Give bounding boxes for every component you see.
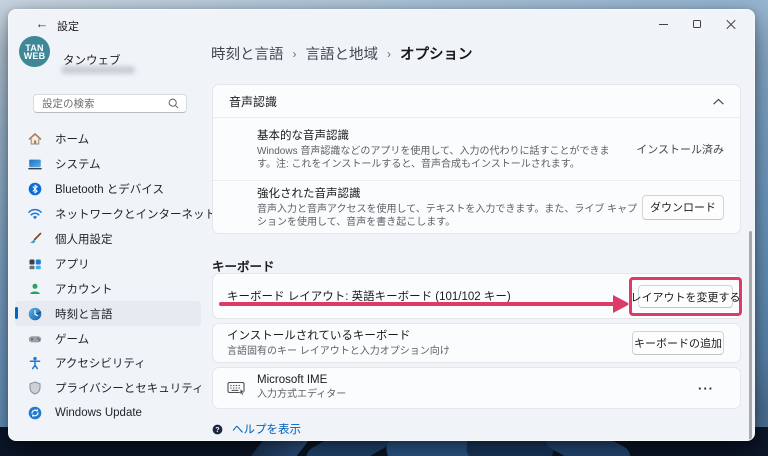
sidebar-item-gaming[interactable]: ゲーム — [15, 326, 201, 351]
ime-title: Microsoft IME — [257, 374, 328, 387]
privacy-icon — [27, 380, 43, 396]
sidebar-item-personalization[interactable]: 個人用設定 — [15, 227, 201, 252]
installed-keyboards-title: インストールされているキーボード — [227, 330, 411, 343]
help-link-row[interactable]: ? ヘルプを表示 — [211, 421, 301, 437]
download-button[interactable]: ダウンロード — [642, 194, 724, 220]
sidebar-item-label: アクセシビリティ — [55, 358, 146, 371]
bluetooth-icon — [27, 181, 43, 197]
sidebar-nav: ホーム システム Bluetooth とデバイス ネットワークとインターネット … — [15, 127, 216, 426]
gaming-icon — [27, 331, 43, 347]
chevron-up-icon[interactable] — [713, 98, 724, 105]
maximize-button[interactable] — [680, 10, 714, 38]
accessibility-icon — [27, 355, 43, 371]
page-title: オプション — [400, 47, 473, 63]
sidebar-item-apps[interactable]: アプリ — [15, 251, 201, 276]
windows-update-icon — [27, 405, 43, 421]
sidebar-item-system[interactable]: システム — [15, 152, 201, 177]
scrollbar[interactable] — [749, 231, 752, 440]
sidebar-item-label: ホーム — [55, 134, 90, 147]
basic-speech-description: Windows 音声認識などのアプリを使用して、入力の代わりに話すことができます… — [257, 145, 610, 170]
back-button[interactable]: ← — [31, 15, 53, 33]
sidebar-item-home[interactable]: ホーム — [15, 127, 201, 152]
back-icon: ← — [35, 16, 49, 31]
breadcrumb: 時刻と言語 › 言語と地域 › オプション — [211, 43, 473, 64]
time-language-icon — [27, 306, 43, 322]
user-email-redacted — [61, 66, 135, 74]
close-icon — [726, 19, 736, 29]
help-icon: ? — [212, 424, 223, 434]
sidebar-item-bluetooth[interactable]: Bluetooth とデバイス — [15, 177, 201, 202]
window-title: 設定 — [57, 21, 79, 33]
sidebar-item-time-language[interactable]: 時刻と言語 — [15, 301, 201, 327]
search-box[interactable] — [33, 94, 187, 113]
breadcrumb-item-language-region[interactable]: 言語と地域 — [306, 43, 379, 64]
change-layout-button[interactable]: レイアウトを変更する — [631, 285, 741, 308]
settings-window: ← 設定 TAN WEB タンウェブ ホーム システム Bluetooth とデ… — [8, 9, 755, 441]
basic-speech-row: 基本的な音声認識 Windows 音声認識などのアプリを使用して、入力の代わりに… — [213, 118, 740, 180]
sidebar-item-label: ゲーム — [55, 333, 90, 346]
maximize-icon — [693, 20, 701, 28]
system-icon — [27, 156, 43, 172]
sidebar-item-label: プライバシーとセキュリティ — [55, 383, 204, 396]
basic-speech-title: 基本的な音声認識 — [257, 129, 349, 142]
installed-status: インストール済み — [636, 144, 724, 156]
home-icon — [27, 131, 43, 147]
search-input[interactable] — [42, 97, 167, 110]
sidebar-item-accounts[interactable]: アカウント — [15, 276, 201, 301]
sidebar-item-accessibility[interactable]: アクセシビリティ — [15, 351, 201, 376]
sidebar-item-label: システム — [55, 159, 101, 172]
avatar[interactable]: TAN WEB — [19, 36, 50, 67]
more-options-icon[interactable]: ··· — [698, 381, 714, 396]
microsoft-ime-row: Microsoft IME 入力方式エディター ··· — [212, 367, 741, 409]
sidebar-item-label: ネットワークとインターネット — [55, 209, 216, 222]
apps-icon — [27, 256, 43, 272]
network-icon — [27, 206, 43, 222]
speech-recognition-card: 音声認識 基本的な音声認識 Windows 音声認識などのアプリを使用して、入力… — [212, 84, 741, 234]
search-icon — [168, 98, 179, 109]
enhanced-speech-title: 強化された音声認識 — [257, 187, 361, 200]
speech-recognition-expander[interactable]: 音声認識 — [213, 85, 740, 118]
personalization-icon — [27, 231, 43, 247]
annotation-arrow-head — [613, 295, 630, 313]
sidebar-item-label: Bluetooth とデバイス — [55, 184, 164, 197]
enhanced-speech-description: 音声入力と音声アクセスを使用して、テキストを入力できます。また、ライブ キャプシ… — [257, 203, 638, 228]
sidebar-item-label: Windows Update — [55, 407, 142, 420]
sidebar-item-label: アプリ — [55, 258, 90, 271]
breadcrumb-item-time-language[interactable]: 時刻と言語 — [211, 43, 284, 64]
breadcrumb-separator: › — [387, 46, 391, 61]
sidebar-item-privacy[interactable]: プライバシーとセキュリティ — [15, 376, 204, 401]
accounts-icon — [27, 281, 43, 297]
ime-keyboard-icon — [227, 380, 247, 396]
sidebar-item-label: アカウント — [55, 283, 113, 296]
sidebar-item-label: 個人用設定 — [55, 234, 113, 246]
help-link-label[interactable]: ヘルプを表示 — [232, 421, 301, 437]
svg-text:?: ? — [215, 426, 219, 433]
avatar-text: WEB — [23, 50, 46, 61]
speech-section-header: 音声認識 — [229, 94, 278, 109]
minimize-button[interactable] — [646, 10, 680, 38]
breadcrumb-separator: › — [292, 46, 297, 61]
annotation-arrow-line — [219, 302, 615, 306]
installed-keyboards-description: 言語固有のキー レイアウトと入力オプション向け — [227, 346, 450, 358]
add-keyboard-button[interactable]: キーボードの追加 — [632, 331, 724, 355]
installed-keyboards-row: インストールされているキーボード 言語固有のキー レイアウトと入力オプション向け… — [212, 323, 741, 363]
close-button[interactable] — [714, 10, 748, 38]
sidebar-item-network[interactable]: ネットワークとインターネット — [15, 202, 216, 227]
minimize-icon — [658, 23, 668, 25]
sidebar-item-label: 時刻と言語 — [55, 308, 113, 321]
titlebar: ← 設定 — [9, 10, 754, 38]
ime-description: 入力方式エディター — [257, 389, 347, 401]
sidebar-item-windows-update[interactable]: Windows Update — [15, 401, 201, 426]
enhanced-speech-row: 強化された音声認識 音声入力と音声アクセスを使用して、テキストを入力できます。ま… — [213, 180, 740, 233]
